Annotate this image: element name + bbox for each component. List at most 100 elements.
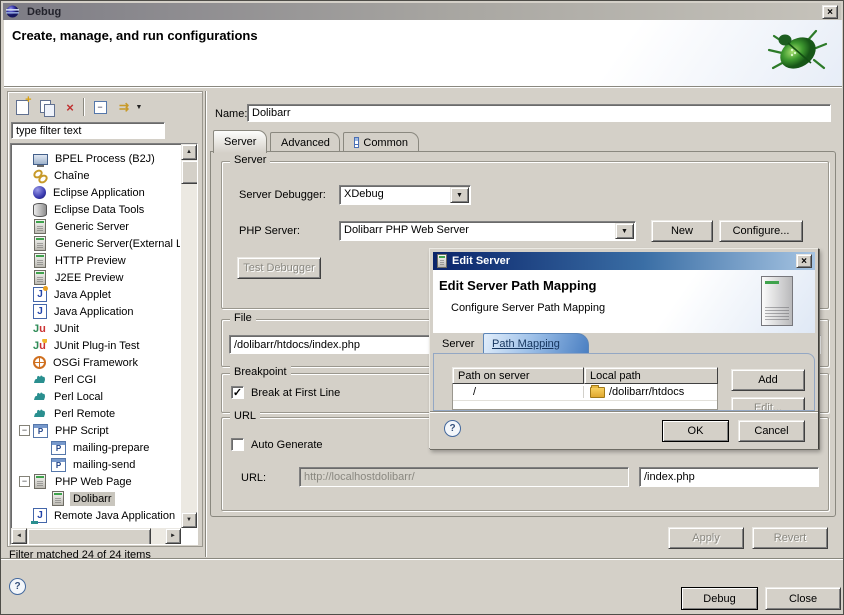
help-icon: ? — [14, 581, 20, 592]
tree-item-j2ee-preview[interactable]: J2EE Preview — [12, 269, 180, 286]
scroll-up-button[interactable]: ▲ — [181, 144, 197, 160]
server-debugger-select[interactable]: XDebug ▼ — [339, 185, 471, 205]
tree-item-generic-server-external[interactable]: Generic Server(External La — [12, 235, 180, 252]
tree-item-php-web-page[interactable]: −PHP Web Page — [12, 473, 180, 490]
tree-item-label: Eclipse Application — [50, 186, 148, 200]
breakpoint-group-legend: Breakpoint — [230, 366, 291, 378]
window-close-button[interactable]: × — [822, 5, 838, 19]
osgi-icon — [33, 356, 46, 369]
close-button[interactable]: Close — [765, 587, 841, 610]
filter-menu-dropdown[interactable]: ▼ — [133, 97, 145, 117]
tree-item-eclipse-data-tools[interactable]: Eclipse Data Tools — [12, 201, 180, 218]
tab-common[interactable]: Common — [343, 132, 419, 152]
dialog-tab-path-mapping[interactable]: Path Mapping — [483, 333, 589, 354]
tree-item-perl-cgi[interactable]: Perl CGI — [12, 371, 180, 388]
delete-icon: × — [66, 100, 74, 115]
tree-item-perl-remote[interactable]: Perl Remote — [12, 405, 180, 422]
edit-server-heading: Edit Server Path Mapping — [439, 278, 596, 293]
toolbar-separator — [83, 98, 84, 116]
tree-item-remote-java-application[interactable]: Remote Java Application — [12, 507, 180, 524]
tree-item-http-preview[interactable]: HTTP Preview — [12, 252, 180, 269]
tree-item-label: JUnit — [51, 322, 82, 336]
path-on-server-cell: / — [453, 386, 584, 398]
duplicate-configuration-button[interactable] — [35, 97, 57, 117]
cancel-button[interactable]: Cancel — [738, 420, 805, 442]
table-icon — [354, 137, 359, 148]
column-header-path-on-server[interactable]: Path on server — [452, 367, 584, 384]
dialog-help-button[interactable]: ? — [444, 420, 461, 437]
vertical-scroll-thumb[interactable] — [181, 160, 198, 184]
debug-bug-icon — [764, 26, 828, 83]
horizontal-scroll-thumb[interactable] — [27, 528, 151, 545]
tree-item-osgi-framework[interactable]: OSGi Framework — [12, 354, 180, 371]
edit-server-close-button[interactable]: × — [796, 254, 812, 268]
tree-item-junit-plugin-test[interactable]: JUnit Plug-in Test — [12, 337, 180, 354]
auto-generate-checkbox[interactable] — [231, 438, 244, 451]
tree-item-label: Perl Remote — [51, 407, 118, 421]
tree-item-generic-server[interactable]: Generic Server — [12, 218, 180, 235]
help-button[interactable]: ? — [9, 578, 26, 595]
revert-button[interactable]: Revert — [752, 527, 828, 549]
new-launch-icon — [16, 100, 29, 115]
window-titlebar[interactable]: Debug — [3, 3, 841, 20]
tree-horizontal-scrollbar[interactable]: ◄ ► — [11, 528, 181, 544]
filter-input[interactable] — [11, 122, 165, 139]
server-group-legend: Server — [230, 154, 270, 166]
url-label: URL: — [241, 472, 266, 484]
chevron-down-icon[interactable]: ▼ — [450, 187, 469, 203]
tree-item-label: Generic Server — [52, 220, 132, 234]
tree-item-label: Java Application — [51, 305, 137, 319]
tab-server[interactable]: Server — [213, 130, 267, 153]
tree-item-chaine[interactable]: Chaîne — [12, 167, 180, 184]
dialog-tab-server[interactable]: Server — [442, 338, 474, 350]
url-path-input[interactable] — [639, 467, 819, 487]
tab-advanced[interactable]: Advanced — [270, 132, 340, 152]
server-tower-image — [761, 276, 793, 326]
tree-item-mailing-send[interactable]: mailing-send — [12, 456, 180, 473]
php-server-label: PHP Server: — [239, 225, 300, 237]
collapse-toggle[interactable]: − — [19, 425, 30, 436]
filter-launch-button[interactable]: ⇉ — [113, 97, 135, 117]
chevron-down-icon[interactable]: ▼ — [615, 223, 634, 239]
new-server-button[interactable]: New — [651, 220, 713, 242]
collapse-all-button[interactable]: − — [89, 97, 111, 117]
tab-label: Server — [442, 338, 474, 350]
tree-item-label: Generic Server(External La — [52, 237, 180, 251]
column-header-local-path[interactable]: Local path — [584, 367, 718, 384]
tree-item-java-application[interactable]: Java Application — [12, 303, 180, 320]
break-first-line-checkbox[interactable]: ✓ — [231, 386, 244, 399]
apply-button[interactable]: Apply — [668, 527, 744, 549]
page-title: Create, manage, and run configurations — [12, 28, 258, 43]
tree-item-bpel[interactable]: BPEL Process (B2J) — [12, 150, 180, 167]
tree-vertical-scrollbar[interactable]: ▲ ▼ — [181, 144, 197, 528]
tree-item-mailing-prepare[interactable]: mailing-prepare — [12, 439, 180, 456]
scroll-down-button[interactable]: ▼ — [181, 512, 197, 528]
debug-button[interactable]: Debug — [681, 587, 758, 610]
php-server-select[interactable]: Dolibarr PHP Web Server ▼ — [339, 221, 636, 241]
tree-item-junit[interactable]: JUnit — [12, 320, 180, 337]
name-input[interactable] — [247, 104, 831, 122]
edit-server-titlebar[interactable]: Edit Server — [433, 252, 815, 270]
filter-icon: ⇉ — [119, 100, 129, 114]
new-configuration-button[interactable] — [11, 97, 33, 117]
collapse-toggle[interactable]: − — [19, 476, 30, 487]
tree-item-perl-local[interactable]: Perl Local — [12, 388, 180, 405]
add-mapping-button[interactable]: Add — [731, 369, 805, 391]
configure-server-button[interactable]: Configure... — [719, 220, 803, 242]
scroll-right-button[interactable]: ► — [165, 528, 181, 544]
edit-server-title: Edit Server — [452, 255, 510, 267]
tree-item-java-applet[interactable]: Java Applet — [12, 286, 180, 303]
tree-item-php-script[interactable]: −PHP Script — [12, 422, 180, 439]
tree-item-label: mailing-send — [70, 458, 138, 472]
chain-icon — [33, 169, 47, 183]
edit-server-dialog: Edit Server × Edit Server Path Mapping C… — [429, 248, 819, 449]
tree-item-eclipse-application[interactable]: Eclipse Application — [12, 184, 180, 201]
table-row[interactable]: / /dolibarr/htdocs — [453, 384, 717, 401]
tree-item-label: Java Applet — [51, 288, 114, 302]
delete-configuration-button[interactable]: × — [59, 97, 81, 117]
ok-button[interactable]: OK — [662, 420, 729, 442]
edit-mapping-button[interactable]: Edit... — [731, 397, 805, 411]
test-debugger-button[interactable]: Test Debugger — [237, 257, 321, 279]
scroll-left-button[interactable]: ◄ — [11, 528, 27, 544]
tree-item-dolibarr[interactable]: Dolibarr — [12, 490, 180, 507]
